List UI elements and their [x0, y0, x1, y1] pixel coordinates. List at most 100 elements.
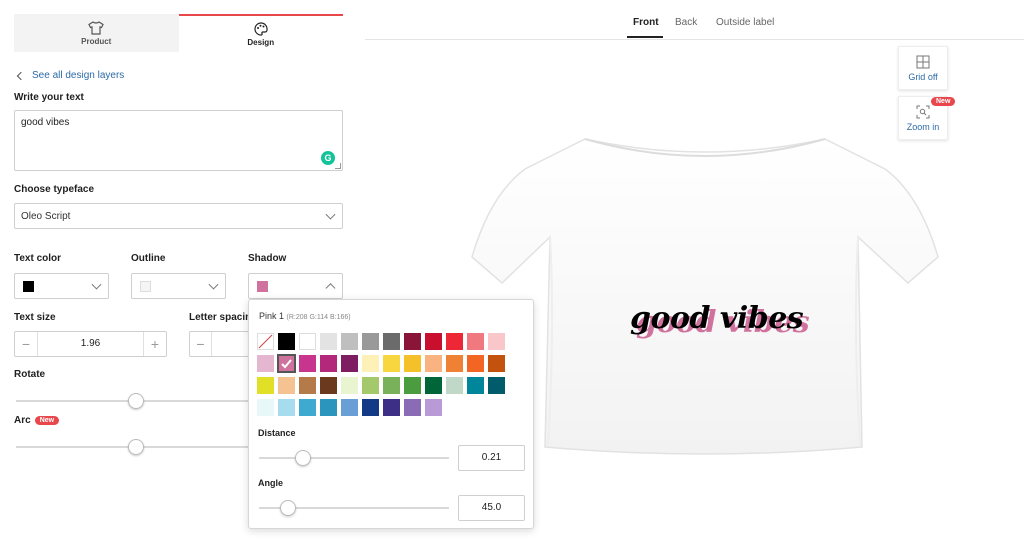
- color-swatch[interactable]: [320, 355, 337, 372]
- color-swatch[interactable]: [362, 333, 379, 350]
- resize-handle-icon[interactable]: [335, 163, 341, 169]
- angle-value-input[interactable]: 45.0: [458, 495, 525, 521]
- text-size-stepper: − 1.96 +: [14, 331, 167, 357]
- color-swatch[interactable]: [404, 355, 421, 372]
- color-swatch[interactable]: [299, 355, 316, 372]
- color-swatch[interactable]: [278, 333, 295, 350]
- arc-label: Arc: [14, 415, 31, 426]
- tshirt-mockup: [471, 138, 939, 455]
- color-swatch[interactable]: [278, 399, 295, 416]
- shadow-color-select[interactable]: [248, 273, 343, 299]
- color-swatch[interactable]: [299, 399, 316, 416]
- palette-icon: [254, 21, 268, 36]
- chevron-down-icon: [325, 209, 336, 220]
- color-swatch[interactable]: [277, 354, 296, 373]
- back-to-layers-link[interactable]: See all design layers: [16, 70, 125, 81]
- color-swatch[interactable]: [425, 355, 442, 372]
- text-input[interactable]: good vibes: [14, 110, 343, 171]
- shadow-color-swatch: [257, 280, 268, 292]
- text-size-value[interactable]: 1.96: [37, 332, 144, 356]
- letter-spacing-decrease-button[interactable]: −: [190, 332, 212, 356]
- text-color-label: Text color: [14, 253, 62, 264]
- tab-front[interactable]: Front: [633, 17, 659, 28]
- color-swatch[interactable]: [257, 333, 274, 350]
- text-size-increase-button[interactable]: +: [144, 332, 166, 356]
- text-color-swatch: [23, 280, 34, 292]
- back-link-label: See all design layers: [32, 70, 125, 81]
- color-swatch[interactable]: [383, 355, 400, 372]
- angle-slider-thumb[interactable]: [279, 500, 296, 516]
- tab-product-label: Product: [81, 36, 112, 46]
- color-swatch[interactable]: [404, 333, 421, 350]
- color-swatch[interactable]: [257, 399, 274, 416]
- text-size-decrease-button[interactable]: −: [15, 332, 37, 356]
- chevron-up-icon: [325, 283, 336, 294]
- color-swatch[interactable]: [383, 333, 400, 350]
- checkmark-icon: [281, 359, 292, 369]
- color-swatch[interactable]: [320, 399, 337, 416]
- color-swatch[interactable]: [299, 377, 316, 394]
- selected-color-title: Pink 1 (R:208 G:114 B:166): [259, 311, 351, 321]
- shadow-label: Shadow: [248, 253, 287, 264]
- color-swatch[interactable]: [257, 355, 274, 372]
- text-color-select[interactable]: [14, 273, 109, 299]
- chevron-down-icon: [208, 279, 219, 290]
- color-swatch[interactable]: [278, 377, 295, 394]
- color-swatch[interactable]: [299, 333, 316, 350]
- tshirt-icon: [88, 20, 105, 35]
- distance-slider-thumb[interactable]: [294, 450, 311, 466]
- grid-toggle-label: Grid off: [908, 71, 938, 82]
- color-swatch[interactable]: [341, 355, 358, 372]
- tab-design-label: Design: [247, 37, 275, 47]
- chevron-down-icon: [91, 279, 102, 290]
- color-swatch[interactable]: [341, 333, 358, 350]
- color-swatch[interactable]: [383, 377, 400, 394]
- selected-color-rgb: (R:208 G:114 B:166): [286, 314, 351, 321]
- active-tab-indicator: [627, 36, 663, 38]
- color-swatch[interactable]: [257, 377, 274, 394]
- color-swatch[interactable]: [362, 399, 379, 416]
- tab-outside-label[interactable]: Outside label: [716, 17, 774, 28]
- outline-color-select[interactable]: [131, 273, 226, 299]
- color-swatch[interactable]: [383, 399, 400, 416]
- color-swatch[interactable]: [320, 333, 337, 350]
- panel-tabs: Product Design: [14, 14, 343, 52]
- color-swatch[interactable]: [425, 377, 442, 394]
- no-color-icon: [258, 334, 273, 349]
- rotate-slider-thumb[interactable]: [128, 393, 144, 409]
- zoom-icon: [916, 105, 930, 118]
- color-swatch[interactable]: [362, 377, 379, 394]
- grid-toggle-button[interactable]: Grid off: [898, 46, 948, 90]
- color-swatch[interactable]: [425, 333, 442, 350]
- tabs-divider: [365, 39, 1024, 40]
- color-swatch[interactable]: [362, 355, 379, 372]
- color-swatch[interactable]: [425, 399, 442, 416]
- text-heading: Write your text: [14, 92, 84, 103]
- design-text[interactable]: good vibes: [630, 301, 804, 336]
- selected-color-name: Pink 1: [259, 311, 285, 321]
- color-swatch[interactable]: [404, 377, 421, 394]
- distance-slider-track[interactable]: [259, 457, 449, 459]
- arc-label-row: Arc New: [14, 415, 60, 426]
- tab-product[interactable]: Product: [14, 14, 179, 52]
- chevron-left-icon: [16, 71, 26, 80]
- typeface-select[interactable]: Oleo Script: [14, 203, 343, 229]
- arc-new-badge: New: [34, 415, 60, 425]
- letter-spacing-stepper: −: [189, 331, 249, 357]
- typeface-heading: Choose typeface: [14, 184, 95, 195]
- typeface-value: Oleo Script: [21, 210, 71, 222]
- text-size-label: Text size: [14, 312, 56, 323]
- tab-back[interactable]: Back: [675, 17, 697, 28]
- tab-design[interactable]: Design: [178, 14, 343, 52]
- zoom-new-badge: New: [931, 97, 956, 106]
- outline-label: Outline: [131, 253, 166, 264]
- grid-icon: [916, 55, 930, 68]
- color-swatch[interactable]: [341, 377, 358, 394]
- distance-label: Distance: [258, 428, 296, 438]
- color-swatch[interactable]: [341, 399, 358, 416]
- rotate-label: Rotate: [14, 369, 46, 380]
- grammarly-icon[interactable]: G: [321, 151, 335, 165]
- arc-slider-thumb[interactable]: [128, 439, 144, 455]
- color-swatch[interactable]: [404, 399, 421, 416]
- color-swatch[interactable]: [320, 377, 337, 394]
